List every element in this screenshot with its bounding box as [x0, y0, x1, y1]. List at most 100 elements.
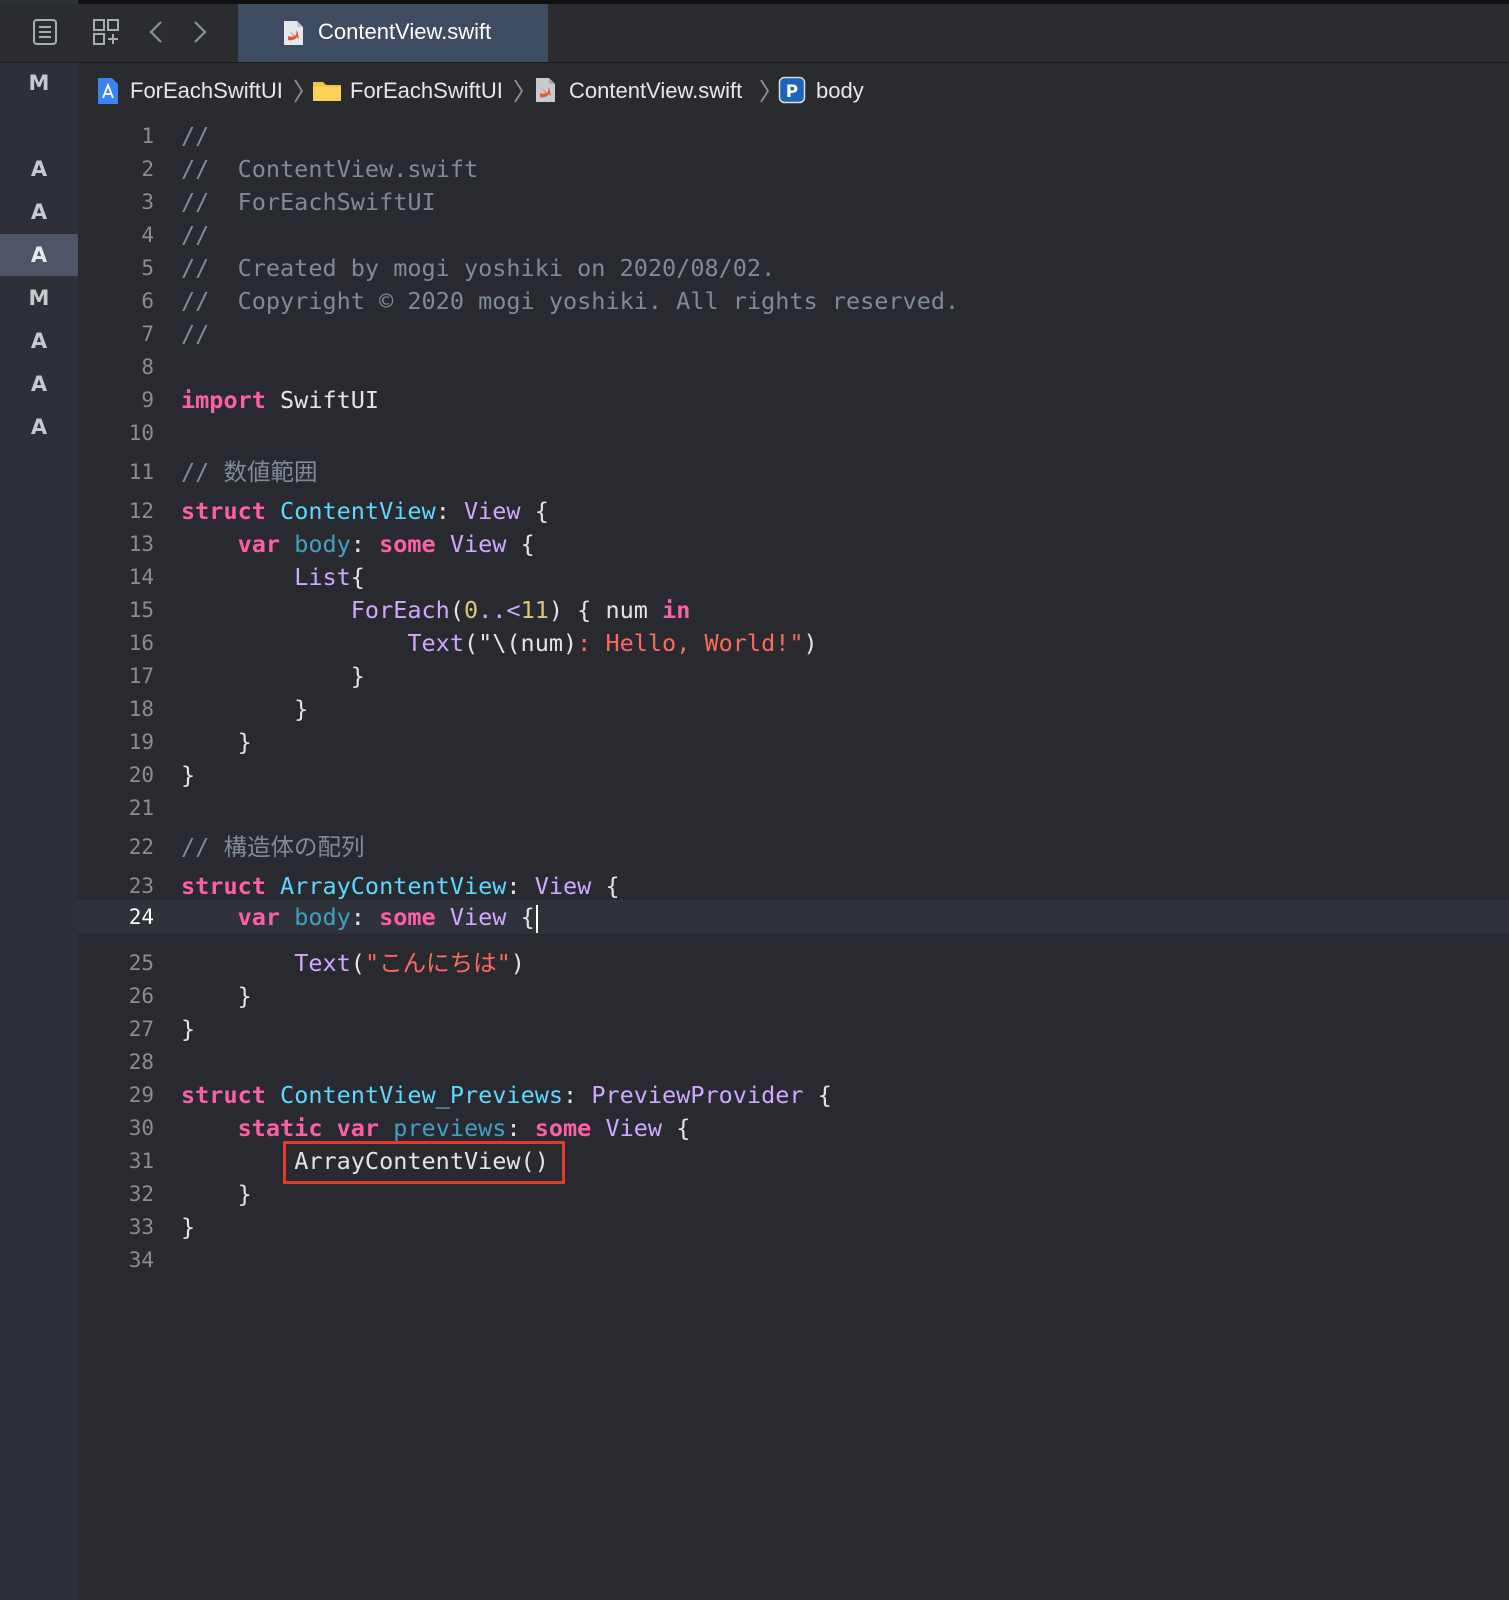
line-number: 21 — [128, 796, 154, 820]
code-line[interactable]: 11 // 数値範囲 — [78, 455, 1509, 489]
code-line[interactable]: 9 import SwiftUI — [78, 383, 1509, 417]
code-token: in — [662, 596, 691, 624]
code-text: } — [181, 1177, 252, 1211]
crumb-symbol[interactable]: body — [816, 63, 864, 118]
line-number: 33 — [128, 1215, 154, 1239]
code-token: ..< — [478, 596, 521, 624]
code-line[interactable]: 17 } — [78, 659, 1509, 693]
code-text: // ContentView.swift — [181, 152, 478, 186]
code-token: import — [181, 386, 266, 414]
crumb-group[interactable]: ForEachSwiftUI — [350, 63, 503, 118]
code-line[interactable]: 16 Text("\(num): Hello, World!") — [78, 626, 1509, 660]
code-line[interactable]: 13 var body: some View { — [78, 527, 1509, 561]
code-token: Text — [294, 949, 351, 977]
code-line[interactable]: 21 — [78, 791, 1509, 825]
code-line[interactable]: 1 // — [78, 119, 1509, 153]
code-token: View — [605, 1114, 663, 1142]
code-line[interactable]: 2 // ContentView.swift — [78, 152, 1509, 186]
code-token: : — [350, 903, 380, 931]
code-line[interactable]: 3 // ForEachSwiftUI — [78, 185, 1509, 219]
code-text: } — [181, 659, 365, 693]
sc-badge-top: M — [28, 71, 50, 95]
code-line[interactable]: 15 ForEach(0..<11) { num in — [78, 593, 1509, 627]
code-line[interactable]: 12 struct ContentView: View { — [78, 494, 1509, 528]
code-token: : — [563, 1081, 592, 1109]
line-number: 17 — [128, 664, 154, 688]
code-line[interactable]: 7 // — [78, 317, 1509, 351]
chevron-right-icon — [512, 77, 524, 110]
chevron-right-icon — [758, 77, 770, 110]
code-line[interactable]: 8 — [78, 350, 1509, 384]
swift-file-icon — [282, 20, 304, 51]
line-number: 15 — [128, 598, 154, 622]
code-token: { — [506, 903, 535, 931]
code-line[interactable]: 10 — [78, 416, 1509, 450]
document-outline-icon[interactable] — [32, 18, 58, 51]
code-token: View — [463, 497, 521, 525]
crumb-file[interactable]: ContentView.swift — [569, 63, 742, 118]
code-text: // Created by mogi yoshiki on 2020/08/02… — [181, 251, 775, 285]
code-line[interactable]: 5 // Created by mogi yoshiki on 2020/08/0… — [78, 251, 1509, 285]
code-token: : — [435, 497, 464, 525]
sc-badge: A — [30, 200, 48, 224]
code-line[interactable]: 24 var body: some View { — [78, 900, 1509, 934]
code-line[interactable]: 33} — [78, 1210, 1509, 1244]
code-token: // — [181, 221, 210, 249]
line-number: 31 — [128, 1149, 154, 1173]
code-line[interactable]: 20} — [78, 758, 1509, 792]
code-line[interactable]: 29 struct ContentView_Previews: PreviewPr… — [78, 1078, 1509, 1112]
sc-badge: A — [30, 415, 48, 439]
source-control-gutter: M A A A M A A A — [0, 0, 79, 1600]
code-line[interactable]: 28 — [78, 1045, 1509, 1079]
code-token: } — [181, 1213, 196, 1241]
code-token: previews — [393, 1114, 507, 1142]
code-line[interactable]: 27} — [78, 1012, 1509, 1046]
line-number: 22 — [128, 835, 154, 859]
code-line[interactable]: 6 // Copyright © 2020 mogi yoshiki. All r… — [78, 284, 1509, 318]
code-token: { — [662, 1114, 691, 1142]
code-token: // — [181, 320, 210, 348]
crumb-project[interactable]: ForEachSwiftUI — [130, 63, 283, 118]
code-line[interactable]: 18 } — [78, 692, 1509, 726]
code-token: Text — [407, 629, 464, 657]
code-text: } — [181, 725, 252, 759]
code-line[interactable]: 22 // 構造体の配列 — [78, 830, 1509, 864]
related-items-icon[interactable] — [92, 18, 120, 51]
code-text: // ForEachSwiftUI — [181, 185, 436, 219]
line-number: 30 — [128, 1116, 154, 1140]
code-line[interactable]: 19 } — [78, 725, 1509, 759]
code-token: struct — [181, 497, 266, 525]
code-token: { — [350, 563, 365, 591]
code-token: // — [181, 122, 210, 150]
code-line[interactable]: 25 Text("こんにちは") — [78, 946, 1509, 980]
code-text: static var previews: some View { — [181, 1111, 691, 1145]
line-number: 10 — [128, 421, 154, 445]
code-text: struct ContentView: View { — [181, 494, 549, 528]
line-number: 5 — [141, 256, 154, 280]
code-token: (" — [463, 629, 493, 657]
code-line[interactable]: 30 static var previews: some View { — [78, 1111, 1509, 1145]
back-arrow-icon[interactable] — [146, 18, 166, 51]
code-text: Text("\(num): Hello, World!") — [181, 626, 817, 660]
code-token: } — [181, 728, 252, 756]
code-line[interactable]: 23 struct ArrayContentView: View { — [78, 869, 1509, 903]
code-token: ( — [449, 596, 464, 624]
code-token: } — [181, 662, 365, 690]
tab-contentview-swift[interactable]: ContentView.swift — [238, 4, 548, 62]
forward-arrow-icon[interactable] — [190, 18, 210, 51]
code-line[interactable]: 34 — [78, 1243, 1509, 1277]
code-line[interactable]: 26 } — [78, 979, 1509, 1013]
code-text: } — [181, 1012, 195, 1046]
line-number: 24 — [128, 905, 154, 929]
code-line[interactable]: 4 // — [78, 218, 1509, 252]
code-token: View — [534, 872, 592, 900]
code-editor[interactable]: 1//2// ContentView.swift 3// ForEachSwift… — [78, 118, 1509, 1600]
code-token: // 数値範囲 — [181, 458, 318, 486]
code-line[interactable]: 14 List{ — [78, 560, 1509, 594]
line-number: 6 — [141, 289, 154, 313]
